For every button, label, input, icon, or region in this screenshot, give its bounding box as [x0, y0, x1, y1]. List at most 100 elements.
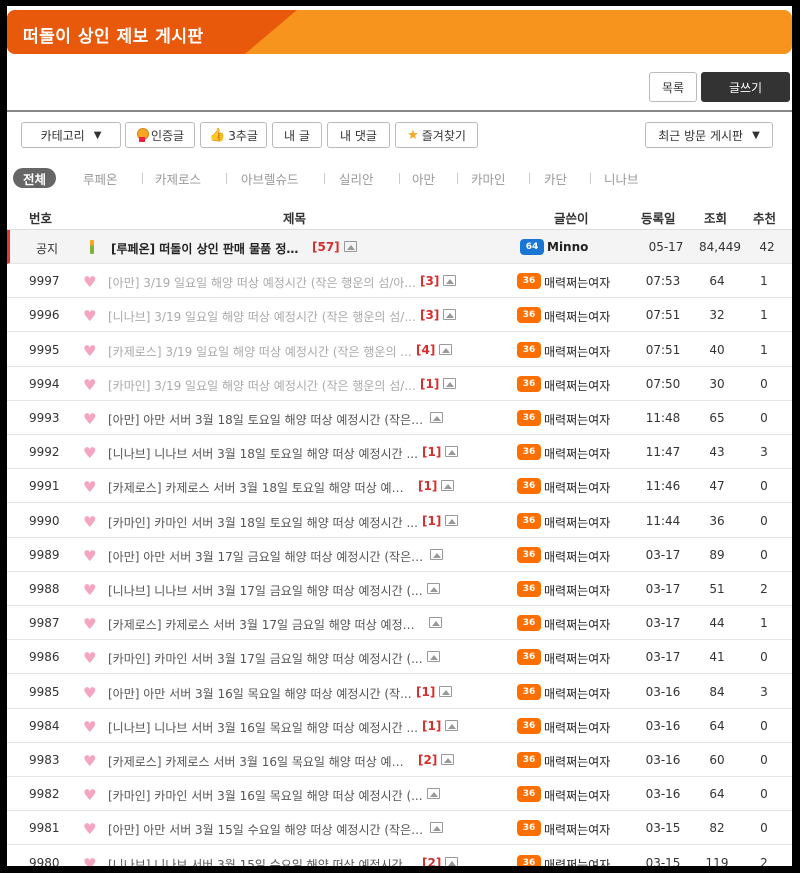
my-posts-button[interactable]: 내 글 [272, 122, 322, 148]
author-name[interactable]: 매력쩌는여자 [544, 411, 610, 428]
recommended-filter-button[interactable]: 👍 3추글 [200, 122, 267, 148]
author-name[interactable]: 매력쩌는여자 [544, 753, 610, 770]
view-count: 36 [709, 513, 725, 528]
table-row[interactable]: 9984 ♥ [니나브] 니나브 서버 3월 16일 목요일 해양 떠상 예정시간 … [7, 709, 792, 743]
author-name[interactable]: 매력쩌는여자 [544, 856, 610, 866]
table-row[interactable]: 9992 ♥ [니나브] 니나브 서버 3월 18일 토요일 해양 떠상 예정시간 … [7, 435, 792, 470]
list-button[interactable]: 목록 [649, 72, 697, 102]
author-name[interactable]: 매력쩌는여자 [544, 548, 610, 565]
author-name[interactable]: 매력쩌는여자 [544, 787, 610, 804]
author-name[interactable]: 매력쩌는여자 [544, 685, 610, 702]
post-number: 9996 [29, 308, 60, 323]
table-row[interactable]: 9996 ♥ [니나브] 3/19 일요일 해양 떠상 예정시간 (작은 행운의 섬… [7, 298, 792, 333]
recommend-count: 0 [760, 513, 768, 528]
heart-icon: ♥ [83, 649, 97, 668]
post-title-link[interactable]: [니나브] 3/19 일요일 해양 떠상 예정시간 (작은 행운의 섬/... [108, 308, 416, 325]
author-name[interactable]: 매력쩌는여자 [544, 514, 610, 531]
table-row[interactable]: 9982 ♥ [카마인] 카마인 서버 3월 16일 목요일 해양 떠상 예정시간 … [7, 777, 792, 812]
image-icon [430, 548, 443, 560]
image-icon [445, 719, 458, 731]
post-title-link[interactable]: [카제로스] 카제로스 서버 3월 16일 목요일 해양 떠상 예정... [108, 753, 414, 770]
comment-count: [4] [416, 342, 436, 357]
author-name[interactable]: 매력쩌는여자 [544, 650, 610, 667]
level-badge: 36 [517, 581, 541, 597]
author-name[interactable]: 매력쩌는여자 [544, 616, 610, 633]
favorites-button[interactable]: ★ 즐겨찾기 [395, 122, 478, 148]
post-title-link[interactable]: [니나브] 니나브 서버 3월 18일 토요일 해양 떠상 예정시간 ... [108, 445, 418, 462]
author-name[interactable]: 매력쩌는여자 [544, 308, 610, 325]
category-select[interactable]: 카테고리 ▼ [21, 122, 121, 148]
recent-boards-select[interactable]: 최근 방문 게시판 ▼ [645, 122, 773, 148]
category-tab[interactable]: 아만 [412, 168, 435, 188]
image-icon [427, 583, 440, 594]
table-row[interactable]: 9985 ♥ [아만] 아만 서버 3월 16일 목요일 해양 떠상 예정시간 (작… [7, 675, 792, 709]
post-title-link[interactable]: [아만] 아만 서버 3월 15일 수요일 해양 떠상 예정시간 (작은 ... [108, 821, 426, 838]
table-row[interactable]: 9994 ♥ [카마인] 3/19 일요일 해양 떠상 예정시간 (작은 행운의 섬… [7, 367, 792, 401]
recommend-count: 0 [760, 479, 768, 494]
post-title-link[interactable]: [아만] 3/19 일요일 해양 떠상 예정시간 (작은 행운의 섬/아... [108, 274, 416, 291]
post-date: 05-17 [648, 240, 684, 254]
category-tab[interactable]: 전체 [13, 168, 57, 188]
post-title-link[interactable]: [니나브] 니나브 서버 3월 17일 금요일 해양 떠상 예정시간 (... [108, 582, 423, 599]
author-name[interactable]: 매력쩌는여자 [544, 582, 610, 599]
my-replies-button[interactable]: 내 댓글 [327, 122, 390, 148]
category-tab[interactable]: 아브렐슈드 [241, 168, 299, 188]
author-name[interactable]: 매력쩌는여자 [544, 445, 610, 462]
table-row[interactable]: 9980 ♥ [니나브] 니나브 서버 3월 15일 수요일 해양 떠상 예정시간 … [7, 846, 792, 866]
post-title-link[interactable]: [카마인] 카마인 서버 3월 17일 금요일 해양 떠상 예정시간 (... [108, 650, 423, 667]
post-title-link[interactable]: [아만] 아만 서버 3월 17일 금요일 해양 떠상 예정시간 (작은 ... [108, 548, 426, 565]
category-tab[interactable]: 카제로스 [155, 168, 201, 188]
category-tab[interactable]: 카마인 [471, 168, 506, 188]
category-tab[interactable]: 루페온 [83, 168, 118, 188]
certified-filter-button[interactable]: 인증글 [125, 122, 195, 148]
heart-icon: ♥ [83, 717, 97, 736]
notice-row[interactable]: 공지 [루페온] 떠돌이 상인 판매 물품 정리표 [57] 64 Minno 05-17… [7, 230, 792, 264]
post-date: 03-16 [645, 684, 681, 699]
view-count: 60 [709, 753, 725, 767]
table-row[interactable]: 9990 ♥ [카마인] 카마인 서버 3월 18일 토요일 해양 떠상 예정시간 … [7, 504, 792, 538]
post-date: 11:46 [645, 479, 681, 494]
post-title-link[interactable]: [카마인] 카마인 서버 3월 16일 목요일 해양 떠상 예정시간 (... [108, 787, 423, 804]
author-name[interactable]: Minno [547, 240, 588, 254]
post-number: 9985 [29, 684, 60, 699]
table-row[interactable]: 9983 ♥ [카제로스] 카제로스 서버 3월 16일 목요일 해양 떠상 예정.… [7, 743, 792, 777]
write-button[interactable]: 글쓰기 [701, 72, 790, 102]
author-name[interactable]: 매력쩌는여자 [544, 274, 610, 291]
tab-separator [399, 173, 400, 184]
post-title-link[interactable]: [니나브] 니나브 서버 3월 15일 수요일 해양 떠상 예정시간 ... [108, 856, 418, 866]
table-row[interactable]: 9981 ♥ [아만] 아만 서버 3월 15일 수요일 해양 떠상 예정시간 (작… [7, 811, 792, 846]
table-row[interactable]: 9995 ♥ [카제로스] 3/19 일요일 해양 떠상 예정시간 (작은 행운의 … [7, 333, 792, 367]
table-row[interactable]: 9989 ♥ [아만] 아만 서버 3월 17일 금요일 해양 떠상 예정시간 (작… [7, 538, 792, 572]
post-title-link[interactable]: [카제로스] 카제로스 서버 3월 17일 금요일 해양 떠상 예정시... [108, 616, 425, 633]
post-title-link[interactable]: [카마인] 카마인 서버 3월 18일 토요일 해양 떠상 예정시간 ... [108, 514, 418, 531]
author-name[interactable]: 매력쩌는여자 [544, 343, 610, 360]
image-icon [439, 343, 452, 355]
table-row[interactable]: 9986 ♥ [카마인] 카마인 서버 3월 17일 금요일 해양 떠상 예정시간 … [7, 640, 792, 675]
post-title-link[interactable]: [아만] 아만 서버 3월 16일 목요일 해양 떠상 예정시간 (작... [108, 685, 412, 702]
category-tab[interactable]: 카단 [544, 168, 567, 188]
category-tab[interactable]: 실리안 [339, 168, 374, 188]
author-name[interactable]: 매력쩌는여자 [544, 719, 610, 736]
table-row[interactable]: 9993 ♥ [아만] 아만 서버 3월 18일 토요일 해양 떠상 예정시간 (작… [7, 401, 792, 435]
post-title-link[interactable]: [루페온] 떠돌이 상인 판매 물품 정리표 [111, 240, 308, 257]
level-badge: 36 [517, 717, 541, 734]
table-row[interactable]: 9991 ♥ [카제로스] 카제로스 서버 3월 18일 토요일 해양 떠상 예정.… [7, 469, 792, 504]
post-date: 07:51 [645, 308, 681, 323]
post-title-link[interactable]: [니나브] 니나브 서버 3월 16일 목요일 해양 떠상 예정시간 ... [108, 719, 418, 736]
post-title-link[interactable]: [카제로스] 3/19 일요일 해양 떠상 예정시간 (작은 행운의 ... [108, 343, 412, 360]
table-row[interactable]: 9988 ♥ [니나브] 니나브 서버 3월 17일 금요일 해양 떠상 예정시간 … [7, 572, 792, 606]
view-count: 41 [709, 650, 725, 665]
author-name[interactable]: 매력쩌는여자 [544, 821, 610, 838]
author-name[interactable]: 매력쩌는여자 [544, 377, 610, 394]
author-name[interactable]: 매력쩌는여자 [544, 479, 610, 496]
post-title-link[interactable]: [카마인] 3/19 일요일 해양 떠상 예정시간 (작은 행운의 섬/... [108, 377, 416, 394]
post-title-link[interactable]: [카제로스] 카제로스 서버 3월 18일 토요일 해양 떠상 예정... [108, 479, 414, 496]
level-badge: 36 [517, 546, 541, 563]
category-tab[interactable]: 니나브 [604, 168, 639, 188]
table-row[interactable]: 9997 ♥ [아만] 3/19 일요일 해양 떠상 예정시간 (작은 행운의 섬/… [7, 264, 792, 299]
recommend-count: 42 [759, 240, 775, 254]
post-title-link[interactable]: [아만] 아만 서버 3월 18일 토요일 해양 떠상 예정시간 (작은 ... [108, 411, 426, 428]
table-row[interactable]: 9987 ♥ [카제로스] 카제로스 서버 3월 17일 금요일 해양 떠상 예정시… [7, 606, 792, 641]
heart-icon: ♥ [83, 820, 97, 839]
recommend-count: 3 [760, 445, 768, 460]
